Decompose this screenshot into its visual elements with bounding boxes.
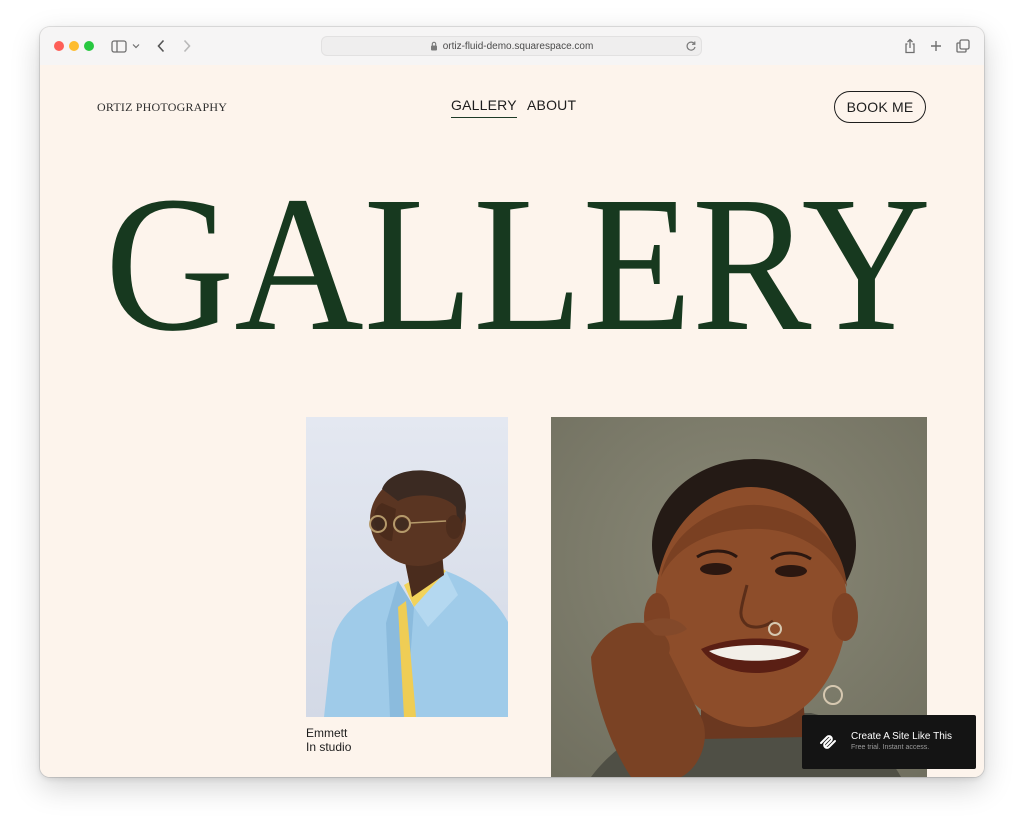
gallery-photo-emmett[interactable] — [306, 417, 508, 717]
page-title: GALLERY — [105, 181, 931, 351]
reload-icon[interactable] — [685, 40, 697, 52]
share-icon[interactable] — [902, 36, 918, 56]
maximize-window-button[interactable] — [84, 41, 94, 51]
url-text: ortiz-fluid-demo.squarespace.com — [442, 40, 594, 52]
photo-caption-subtitle: In studio — [306, 740, 352, 754]
tab-overview-icon[interactable] — [954, 36, 972, 56]
nav-gallery-link[interactable]: GALLERY — [451, 97, 517, 118]
minimize-window-button[interactable] — [69, 41, 79, 51]
nav-about-link[interactable]: ABOUT — [527, 97, 576, 113]
address-bar[interactable]: ortiz-fluid-demo.squarespace.com — [321, 36, 702, 56]
squarespace-promo-banner[interactable]: Create A Site Like This Free trial. Inst… — [802, 715, 976, 769]
sidebar-toggle-icon[interactable] — [110, 36, 128, 56]
site-logo[interactable]: ORTIZ PHOTOGRAPHY — [97, 100, 227, 115]
squarespace-logo-icon — [820, 735, 836, 749]
page-title-text: GALLERY — [105, 181, 931, 351]
chevron-down-icon[interactable] — [131, 36, 141, 56]
lock-icon — [430, 41, 437, 51]
promo-title: Create A Site Like This — [851, 731, 952, 742]
book-me-button[interactable]: BOOK ME — [834, 91, 926, 123]
back-arrow-icon[interactable] — [153, 36, 169, 56]
browser-toolbar: ortiz-fluid-demo.squarespace.com — [40, 27, 984, 66]
website-page: ORTIZ PHOTOGRAPHY GALLERY ABOUT BOOK ME … — [40, 65, 984, 777]
close-window-button[interactable] — [54, 41, 64, 51]
promo-subtitle: Free trial. Instant access. — [851, 744, 930, 751]
forward-arrow-icon[interactable] — [179, 36, 195, 56]
browser-window: ortiz-fluid-demo.squarespace.com ORTIZ P… — [40, 27, 984, 777]
photo-caption-name: Emmett — [306, 726, 348, 740]
new-tab-plus-icon[interactable] — [928, 36, 944, 56]
